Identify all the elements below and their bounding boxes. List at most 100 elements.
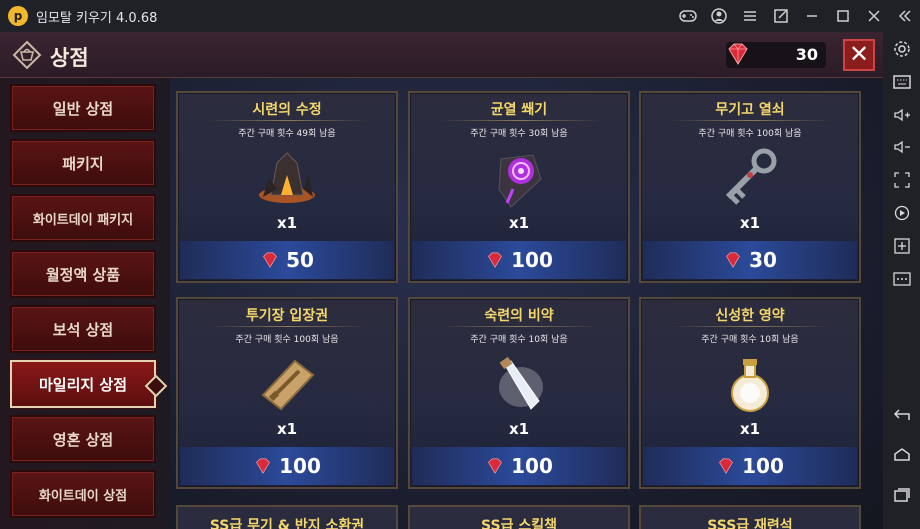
purchase-limit-text: 주간 구매 횟수 10회 남음	[470, 335, 568, 345]
emulator-side-panel	[883, 32, 920, 529]
back-icon[interactable]	[883, 402, 920, 428]
record-icon[interactable]	[883, 200, 920, 226]
buy-button[interactable]: 50	[180, 241, 394, 279]
screenshot-icon[interactable]	[883, 167, 920, 193]
menu-item-monthly[interactable]: 월정액 상품	[10, 250, 156, 298]
shop-item-card[interactable]: SS급 무기 & 반지 소환권	[176, 505, 398, 529]
menu-item-mileage-shop[interactable]: 마일리지 상점	[10, 360, 156, 408]
item-quantity: x1	[508, 420, 530, 438]
item-quantity: x1	[739, 214, 761, 232]
item-price: 30	[749, 248, 777, 272]
ruby-gem-icon	[726, 252, 740, 268]
buy-button[interactable]: 30	[643, 241, 857, 279]
shop-close-button[interactable]: ✕	[843, 39, 875, 71]
item-price: 50	[286, 248, 314, 272]
ruby-gem-icon	[488, 458, 503, 474]
item-name: 균열 쐐기	[490, 102, 548, 118]
menu-item-whiteday-package[interactable]: 화이트데이 패키지	[10, 194, 156, 242]
divider	[208, 326, 368, 327]
shop-item-card[interactable]: 신성한 영약 주간 구매 횟수 10회 남음 x1 100	[639, 297, 861, 489]
menu-item-package[interactable]: 패키지	[10, 139, 156, 187]
buy-button[interactable]: 100	[412, 241, 626, 279]
purchase-limit-text: 주간 구매 횟수 30회 남음	[470, 129, 568, 139]
divider	[440, 326, 600, 327]
buy-button[interactable]: 100	[180, 447, 394, 485]
ruby-gem-icon	[256, 458, 271, 474]
ruby-gem-icon	[719, 458, 734, 474]
more-icon[interactable]	[883, 266, 920, 292]
close-icon[interactable]	[858, 0, 889, 32]
divider	[440, 120, 600, 121]
shop-item-card[interactable]: 투기장 입장권 주간 구매 횟수 100회 남음 x1 100	[176, 297, 398, 489]
purchase-limit-text: 주간 구매 횟수 100회 남음	[698, 129, 802, 139]
divider	[671, 326, 831, 327]
recent-apps-icon[interactable]	[883, 482, 920, 508]
divider	[671, 120, 831, 121]
vial-icon	[499, 356, 543, 410]
item-name: 숙련의 비약	[484, 308, 554, 324]
popout-icon[interactable]	[765, 0, 796, 32]
settings-icon[interactable]	[883, 36, 920, 62]
shop-item-card[interactable]: SSS급 재련석	[639, 505, 861, 529]
item-name: SS급 스킬책	[481, 518, 557, 529]
divider	[208, 120, 368, 121]
buy-button[interactable]: 100	[643, 447, 857, 485]
menu-item-label: 월정액 상품	[45, 265, 121, 284]
shop-item-card[interactable]: 숙련의 비약 주간 구매 횟수 10회 남음 x1 100	[408, 297, 630, 489]
volume-up-icon[interactable]	[883, 102, 920, 128]
menu-icon[interactable]	[734, 0, 765, 32]
ticket-icon	[261, 359, 315, 411]
ruby-gem-icon	[488, 252, 503, 268]
menu-item-label: 일반 상점	[52, 99, 114, 118]
item-name: 투기장 입장권	[245, 308, 329, 324]
menu-item-label: 영혼 상점	[52, 430, 114, 449]
gamepad-icon[interactable]	[672, 0, 703, 32]
collapse-icon[interactable]	[889, 0, 920, 32]
item-price: 100	[279, 454, 321, 478]
shop-item-card[interactable]: 무기고 열쇠 주간 구매 횟수 100회 남음 x1 30	[639, 91, 861, 283]
item-quantity: x1	[276, 420, 298, 438]
window-titlebar: p 임모탈 키우기 4.0.68	[0, 0, 920, 32]
minimize-icon[interactable]	[796, 0, 827, 32]
account-icon[interactable]	[703, 0, 734, 32]
gem-currency-display: 30	[726, 42, 826, 68]
shop-item-card[interactable]: SS급 스킬책	[408, 505, 630, 529]
crystal-icon	[259, 152, 315, 203]
menu-item-gem-shop[interactable]: 보석 상점	[10, 305, 156, 353]
item-quantity: x1	[739, 420, 761, 438]
item-price: 100	[511, 248, 553, 272]
item-name: 신성한 영약	[715, 308, 785, 324]
buy-button[interactable]: 100	[412, 447, 626, 485]
volume-down-icon[interactable]	[883, 134, 920, 160]
menu-item-soul-shop[interactable]: 영혼 상점	[10, 415, 156, 463]
item-quantity: x1	[276, 214, 298, 232]
item-name: 무기고 열쇠	[715, 102, 785, 118]
keyboard-icon[interactable]	[883, 69, 920, 95]
shop-header: 상점 30 ✕	[0, 32, 883, 78]
menu-item-label: 마일리지 상점	[38, 375, 128, 394]
purchase-limit-text: 주간 구매 횟수 100회 남음	[235, 335, 339, 345]
menu-item-label: 화이트데이 상점	[38, 488, 128, 504]
purchase-limit-text: 주간 구매 횟수 49회 남음	[238, 129, 336, 139]
item-name: SS급 무기 & 반지 소환권	[209, 518, 365, 529]
menu-item-label: 패키지	[62, 154, 104, 173]
app-logo-icon: p	[8, 6, 28, 26]
ruby-gem-icon	[728, 43, 748, 65]
item-price: 100	[742, 454, 784, 478]
purchase-limit-text: 주간 구매 횟수 10회 남음	[701, 335, 799, 345]
item-name: 시련의 수정	[252, 102, 322, 118]
gem-count: 30	[795, 45, 818, 64]
maximize-icon[interactable]	[827, 0, 858, 32]
add-instance-icon[interactable]	[883, 233, 920, 259]
shop-item-card[interactable]: 시련의 수정 주간 구매 횟수 49회 남음 x1 50	[176, 91, 398, 283]
shop-title: 상점	[50, 46, 89, 70]
rift-wedge-icon	[498, 154, 542, 208]
shop-emblem-icon	[12, 40, 42, 70]
menu-item-general-shop[interactable]: 일반 상점	[10, 84, 156, 132]
item-price: 100	[511, 454, 553, 478]
shop-item-card[interactable]: 균열 쐐기 주간 구매 횟수 30회 남음 x1 100	[408, 91, 630, 283]
menu-item-label: 보석 상점	[52, 320, 114, 339]
shop-category-menu: 일반 상점 패키지 화이트데이 패키지 월정액 상품 보석 상점 마일리지 상점…	[0, 78, 170, 529]
home-icon[interactable]	[883, 442, 920, 468]
menu-item-whiteday-shop[interactable]: 화이트데이 상점	[10, 470, 156, 518]
